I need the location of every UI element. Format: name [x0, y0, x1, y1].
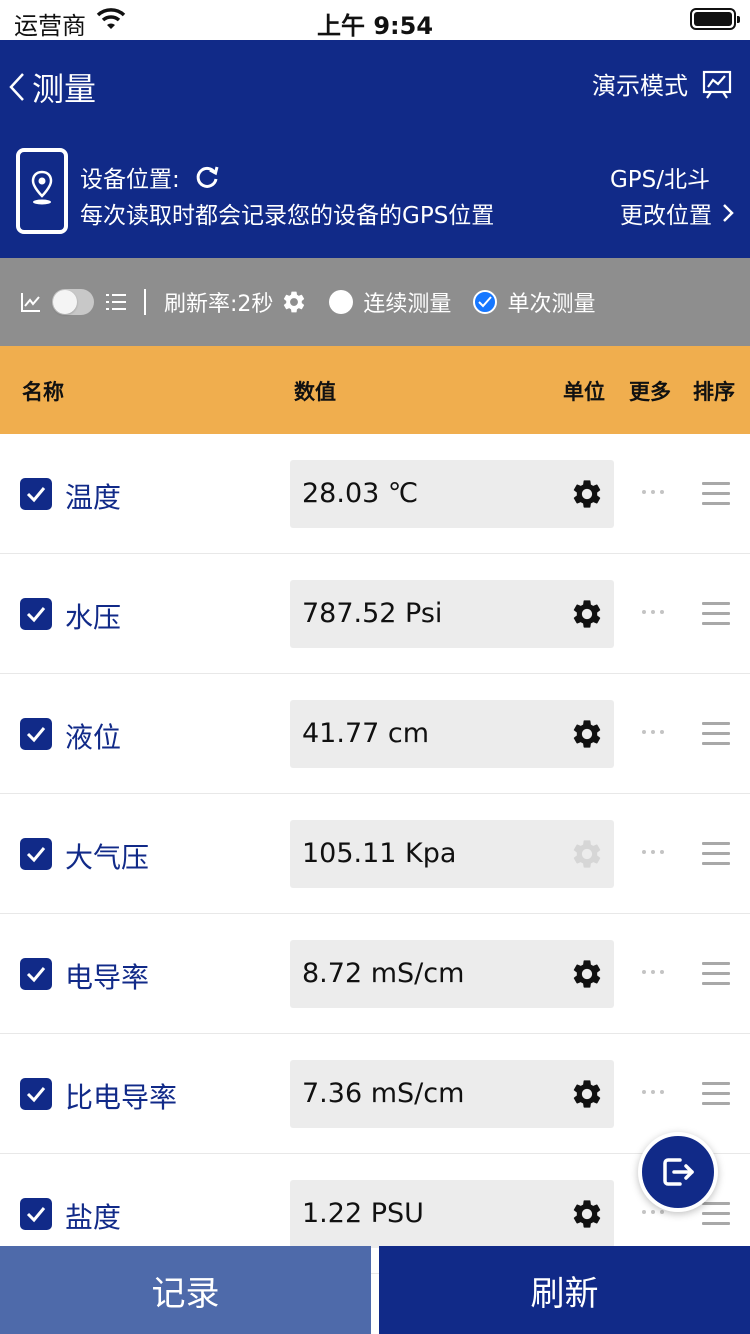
- row-name: 温度: [65, 481, 122, 514]
- change-location-button[interactable]: 更改位置: [620, 196, 734, 230]
- continuous-radio[interactable]: [329, 290, 354, 314]
- location-description: 每次读取时都会记录您的设备的GPS位置: [80, 203, 495, 229]
- row-name: 大气压: [65, 841, 150, 874]
- row-value: 1.22 PSU: [302, 1198, 424, 1229]
- exit-button[interactable]: [638, 1132, 718, 1212]
- row-checkbox[interactable]: [20, 1078, 52, 1110]
- value-field: 7.36 mS/cm: [290, 1060, 614, 1128]
- row-value: 105.11 Kpa: [302, 838, 457, 869]
- page-title: 测量: [32, 70, 97, 108]
- table-row: 大气压 105.11 Kpa: [0, 794, 750, 914]
- record-button[interactable]: 记录: [0, 1246, 371, 1334]
- continuous-label: 连续测量: [363, 292, 452, 317]
- toolbar-divider: [144, 289, 146, 315]
- device-location-label: 设备位置:: [80, 167, 180, 193]
- table-row: 温度 28.03 ℃: [0, 434, 750, 554]
- measurement-toolbar: 刷新率:2秒 连续测量 单次测量: [0, 258, 750, 346]
- more-icon[interactable]: [642, 1210, 664, 1214]
- table-header: 名称 数值 单位 更多 排序: [0, 346, 750, 434]
- single-label: 单次测量: [507, 292, 596, 317]
- refresh-rate-gear-icon[interactable]: [281, 289, 307, 315]
- col-more: 更多: [629, 380, 671, 404]
- value-field: 41.77 cm: [290, 700, 614, 768]
- unit-gear-icon[interactable]: [570, 477, 604, 511]
- row-checkbox[interactable]: [20, 1198, 52, 1230]
- unit-gear-icon[interactable]: [570, 1077, 604, 1111]
- battery-icon: [690, 8, 740, 30]
- value-field: 105.11 Kpa: [290, 820, 614, 888]
- list-icon: [106, 294, 126, 310]
- chart-icon: [702, 70, 732, 99]
- unit-gear-icon[interactable]: [570, 1197, 604, 1231]
- row-checkbox[interactable]: [20, 718, 52, 750]
- row-checkbox[interactable]: [20, 598, 52, 630]
- unit-gear-icon[interactable]: [570, 957, 604, 991]
- value-field: 787.52 Psi: [290, 580, 614, 648]
- phone-location-icon: [16, 148, 68, 234]
- line-chart-icon: [21, 293, 40, 312]
- demo-mode-button[interactable]: 演示模式: [592, 66, 732, 101]
- row-name: 水压: [65, 601, 122, 634]
- unit-gear-icon-disabled: [573, 840, 601, 868]
- refresh-icon[interactable]: [194, 164, 220, 190]
- value-field: 8.72 mS/cm: [290, 940, 614, 1008]
- row-value: 787.52 Psi: [302, 598, 443, 629]
- row-value: 8.72 mS/cm: [302, 958, 465, 989]
- drag-handle-icon[interactable]: [702, 962, 730, 986]
- header: 测量 演示模式 设备位置: 每次读取时都会记录您的设备的GPS位置 GPS/北斗…: [0, 40, 750, 258]
- table-row: 水压 787.52 Psi: [0, 554, 750, 674]
- status-bar: 运营商 上午 9:54: [0, 0, 750, 40]
- drag-handle-icon[interactable]: [702, 1082, 730, 1106]
- refresh-button[interactable]: 刷新: [379, 1246, 750, 1334]
- more-icon[interactable]: [642, 850, 664, 854]
- unit-gear-icon[interactable]: [570, 597, 604, 631]
- drag-handle-icon[interactable]: [702, 482, 730, 506]
- single-radio[interactable]: [473, 290, 498, 314]
- row-checkbox[interactable]: [20, 478, 52, 510]
- col-unit: 单位: [563, 380, 605, 404]
- row-value: 7.36 mS/cm: [302, 1078, 465, 1109]
- row-name: 比电导率: [65, 1081, 178, 1114]
- row-value: 28.03 ℃: [302, 478, 419, 509]
- more-icon[interactable]: [642, 730, 664, 734]
- clock: 上午 9:54: [316, 12, 434, 40]
- row-name: 电导率: [65, 961, 150, 994]
- drag-handle-icon[interactable]: [702, 602, 730, 626]
- row-checkbox[interactable]: [20, 958, 52, 990]
- col-value: 数值: [294, 380, 336, 404]
- more-icon[interactable]: [642, 1090, 664, 1094]
- table-row: 比电导率 7.36 mS/cm: [0, 1034, 750, 1154]
- drag-handle-icon[interactable]: [702, 722, 730, 746]
- row-name: 盐度: [65, 1201, 122, 1234]
- view-toggle[interactable]: [52, 289, 94, 315]
- col-sort: 排序: [693, 380, 735, 404]
- exit-icon: [663, 1158, 694, 1186]
- refresh-rate-label: 刷新率:2秒: [164, 292, 274, 317]
- row-checkbox[interactable]: [20, 838, 52, 870]
- table-row: 电导率 8.72 mS/cm: [0, 914, 750, 1034]
- row-value: 41.77 cm: [302, 718, 430, 749]
- unit-gear-icon[interactable]: [570, 717, 604, 751]
- drag-handle-icon[interactable]: [702, 1202, 730, 1226]
- back-chevron-icon: [9, 73, 24, 101]
- back-button[interactable]: 测量: [8, 64, 96, 110]
- more-icon[interactable]: [642, 490, 664, 494]
- value-field: 1.22 PSU: [290, 1180, 614, 1248]
- drag-handle-icon[interactable]: [702, 842, 730, 866]
- col-name: 名称: [22, 380, 64, 404]
- more-icon[interactable]: [642, 610, 664, 614]
- row-name: 液位: [65, 721, 122, 754]
- measurement-list: 温度 28.03 ℃ 水压 787.52 Psi 液位 41.77 cm 大气压…: [0, 434, 750, 1274]
- gps-label: GPS/北斗: [609, 167, 710, 193]
- value-field: 28.03 ℃: [290, 460, 614, 528]
- demo-mode-label: 演示模式: [592, 72, 688, 100]
- more-icon[interactable]: [642, 970, 664, 974]
- change-location-label: 更改位置: [620, 203, 712, 229]
- table-row: 液位 41.77 cm: [0, 674, 750, 794]
- device-location-row: 设备位置:: [80, 160, 220, 194]
- chevron-right-icon: [723, 204, 734, 222]
